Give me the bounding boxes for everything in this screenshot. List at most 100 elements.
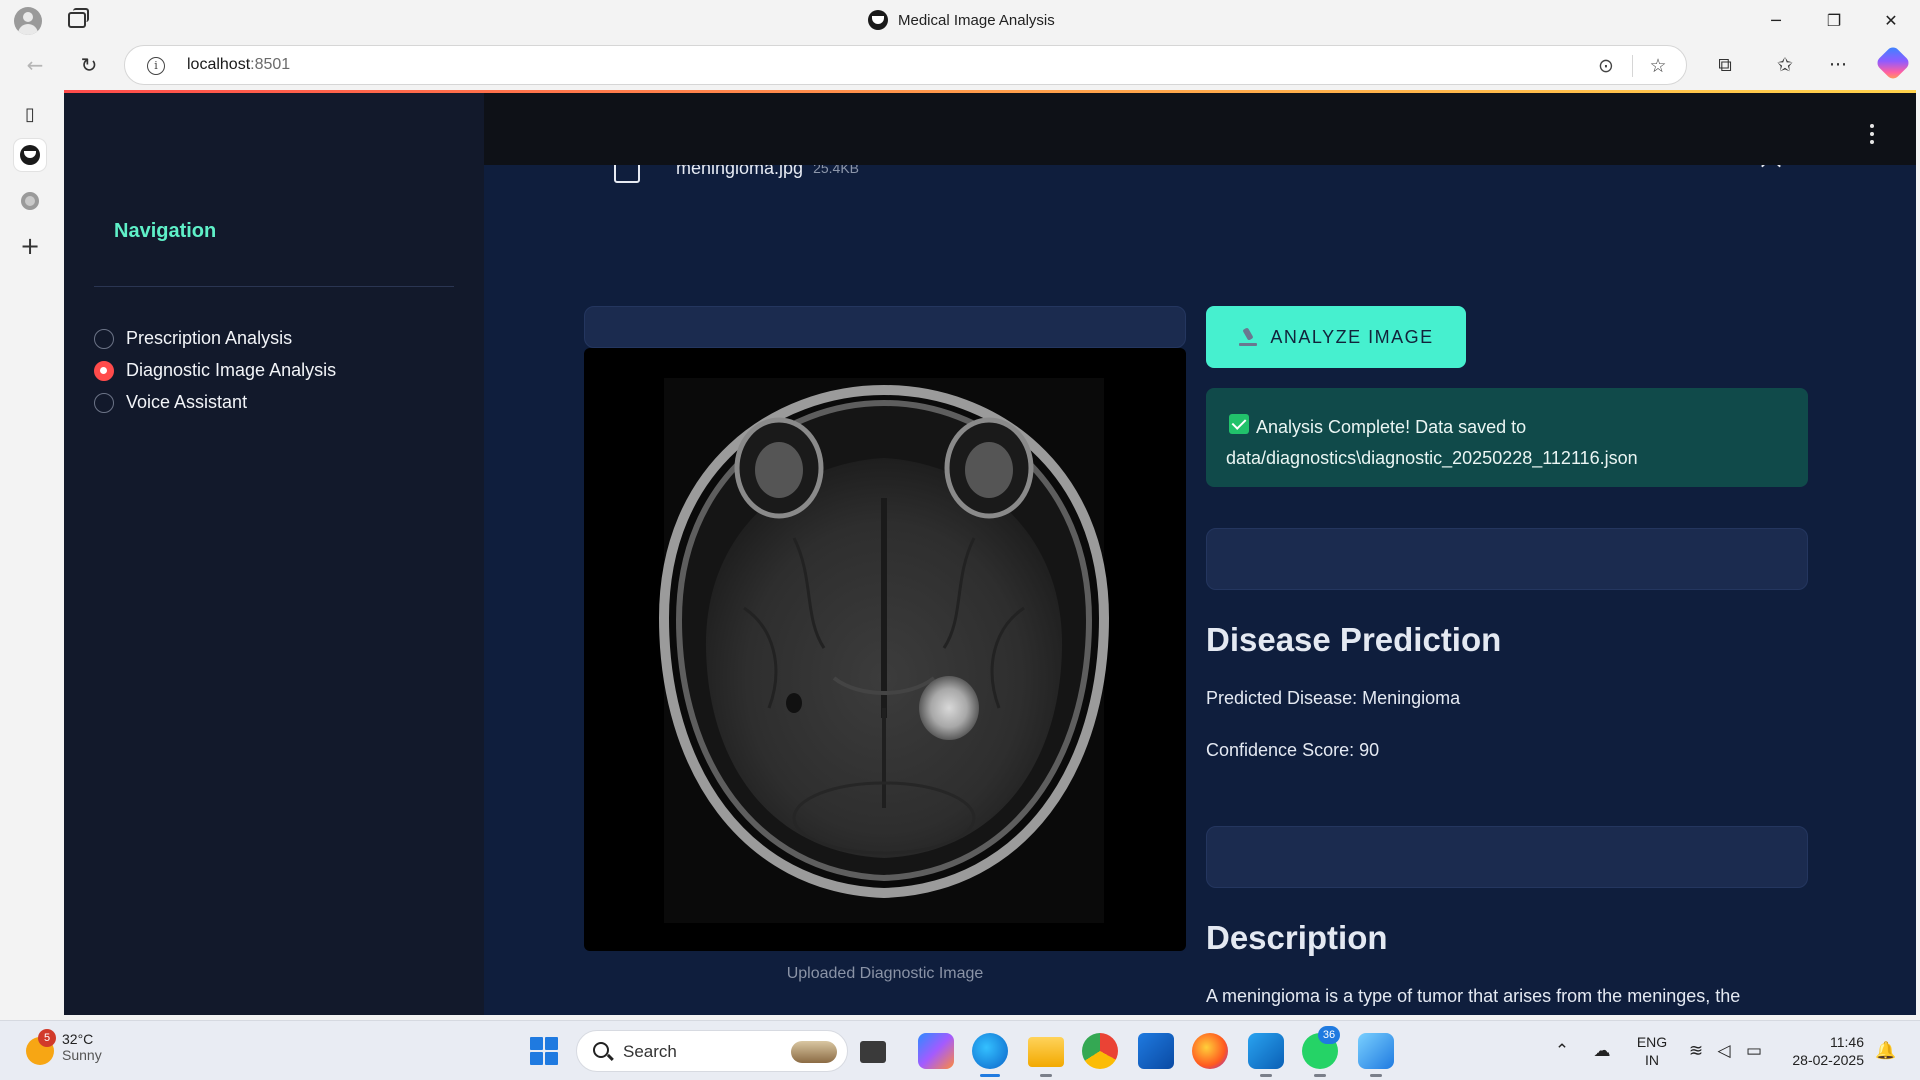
- radio-unchecked-icon: [94, 392, 114, 413]
- success-alert: Analysis Complete! Data saved to data/di…: [1206, 388, 1808, 487]
- onedrive-cloud-icon[interactable]: ☁: [1590, 1039, 1614, 1063]
- omnibox-divider: [1632, 55, 1633, 77]
- photos-indicator: [1370, 1074, 1382, 1077]
- battery-icon[interactable]: ▭: [1742, 1039, 1766, 1063]
- vscode-icon[interactable]: [1248, 1033, 1284, 1069]
- navigation-title: Navigation: [114, 220, 217, 242]
- show-hidden-icons-chevron-icon[interactable]: ⌃: [1550, 1039, 1574, 1063]
- settings-gear-icon[interactable]: [14, 185, 46, 217]
- uploaded-mri-image: [584, 348, 1186, 951]
- file-explorer-icon[interactable]: [1028, 1037, 1064, 1067]
- clock[interactable]: 11:46 28-02-2025: [1784, 1033, 1864, 1069]
- favorite-star-icon[interactable]: ☆: [1647, 55, 1669, 77]
- main-content: meningioma.jpg 25.4KB Uploaded Diagnosti…: [484, 165, 1916, 1015]
- app-sidebar: Navigation Prescription Analysis Diagnos…: [64, 90, 484, 1015]
- tab-list-icon[interactable]: ▯: [14, 98, 46, 130]
- confidence-score-text: Confidence Score: 90: [1206, 740, 1380, 760]
- weather-widget[interactable]: 5 32°C Sunny: [26, 1029, 102, 1065]
- volume-icon[interactable]: ◁: [1712, 1039, 1736, 1063]
- read-aloud-icon[interactable]: ⊙: [1595, 55, 1617, 77]
- image-caption: Uploaded Diagnostic Image: [786, 965, 984, 982]
- explorer-indicator: [1040, 1074, 1052, 1077]
- weather-badge: 5: [38, 1029, 56, 1047]
- streamlit-app-icon[interactable]: [14, 139, 46, 171]
- radio-diagnostic-image-analysis[interactable]: Diagnostic Image Analysis: [94, 360, 336, 381]
- sun-weather-icon: 5: [26, 1029, 56, 1065]
- radio-unchecked-icon: [94, 328, 114, 349]
- weather-temperature: 32°C: [62, 1031, 94, 1047]
- whatsapp-indicator: [1314, 1074, 1326, 1077]
- microsoft-store-icon[interactable]: [1138, 1033, 1174, 1069]
- file-name: meningioma.jpg: [676, 165, 804, 178]
- whatsapp-badge: 36: [1318, 1026, 1340, 1044]
- description-container-bar: [1206, 826, 1808, 888]
- navigation-divider: [94, 286, 454, 287]
- vscode-indicator: [1260, 1074, 1272, 1077]
- radio-label: Prescription Analysis: [126, 328, 293, 348]
- address-bar[interactable]: i localhost:8501 ⊙ ☆: [124, 45, 1687, 85]
- site-info-icon[interactable]: i: [147, 57, 165, 75]
- file-size: 25.4KB: [813, 165, 860, 176]
- search-placeholder: Search: [623, 1042, 677, 1061]
- edge-browser-icon[interactable]: [972, 1033, 1008, 1069]
- url-text[interactable]: localhost:8501: [187, 56, 290, 74]
- file-icon: [614, 165, 640, 183]
- app-viewport: Navigation Prescription Analysis Diagnos…: [64, 90, 1916, 1015]
- browser-title-bar: Medical Image Analysis ─ ❐ ✕: [0, 0, 1920, 40]
- disease-prediction-heading: Disease Prediction: [1206, 621, 1502, 658]
- favorites-icon[interactable]: ✩: [1770, 50, 1800, 80]
- edge-sidebar: ▯ +: [0, 90, 60, 1018]
- site-favicon-icon: [868, 10, 888, 30]
- input-language-indicator[interactable]: ENG IN: [1632, 1033, 1672, 1069]
- close-window-button[interactable]: ✕: [1862, 0, 1920, 40]
- microscope-icon: [1238, 327, 1258, 347]
- app-header: [484, 90, 1916, 165]
- notification-bell-icon[interactable]: 🔔: [1874, 1039, 1898, 1063]
- clock-date: 28-02-2025: [1792, 1052, 1864, 1068]
- photos-app-icon[interactable]: [1358, 1033, 1394, 1069]
- edge-active-indicator: [980, 1074, 1000, 1077]
- radio-label: Voice Assistant: [126, 392, 248, 412]
- window-title-text: Medical Image Analysis: [898, 11, 1055, 29]
- extensions-icon[interactable]: ⧉: [1710, 50, 1740, 80]
- collapse-chevron-icon[interactable]: [1761, 165, 1781, 176]
- firefox-icon[interactable]: [1192, 1033, 1228, 1069]
- uploaded-file-row: meningioma.jpg 25.4KB: [614, 165, 859, 183]
- reload-button[interactable]: ↻: [74, 50, 104, 80]
- main-menu-icon[interactable]: [1870, 124, 1874, 144]
- description-heading: Description: [1206, 919, 1388, 956]
- minimize-button[interactable]: ─: [1747, 0, 1805, 40]
- description-text: A meningioma is a type of tumor that ari…: [1206, 986, 1741, 1006]
- taskbar-search[interactable]: Search: [576, 1030, 848, 1072]
- radio-voice-assistant[interactable]: Voice Assistant: [94, 392, 247, 413]
- app-status-line: [64, 90, 1916, 93]
- prediction-container-bar: [1206, 528, 1808, 590]
- tab-actions-icon[interactable]: [68, 8, 89, 28]
- search-icon: [593, 1042, 609, 1058]
- radio-label: Diagnostic Image Analysis: [126, 360, 337, 380]
- back-button[interactable]: ←: [20, 50, 50, 80]
- image-header-bar: [584, 306, 1186, 348]
- brain-mri-scan: [658, 378, 1110, 923]
- search-highlight-image: [791, 1041, 837, 1063]
- predicted-disease-text: Predicted Disease: Meningioma: [1206, 688, 1461, 708]
- clock-time: 11:46: [1830, 1034, 1864, 1050]
- browser-toolbar: ← ↻ i localhost:8501 ⊙ ☆ ⧉ ✩ ···: [0, 40, 1920, 90]
- add-sidebar-app-icon[interactable]: +: [14, 230, 46, 262]
- analyze-image-button[interactable]: ANALYZE IMAGE: [1206, 306, 1466, 368]
- more-options-icon[interactable]: ···: [1823, 50, 1853, 80]
- task-view-icon[interactable]: [860, 1041, 886, 1063]
- copilot-taskbar-icon[interactable]: [918, 1033, 954, 1069]
- profile-avatar-icon[interactable]: [14, 7, 42, 35]
- window-title: Medical Image Analysis: [868, 10, 1055, 30]
- weather-condition: Sunny: [62, 1047, 102, 1063]
- radio-prescription-analysis[interactable]: Prescription Analysis: [94, 328, 292, 349]
- restore-button[interactable]: ❐: [1805, 0, 1863, 40]
- language-code: ENG: [1636, 1034, 1668, 1050]
- success-message: Analysis Complete! Data saved to data/di…: [1226, 417, 1638, 468]
- wifi-icon[interactable]: ≋: [1684, 1039, 1708, 1063]
- start-button[interactable]: [530, 1037, 558, 1065]
- region-code: IN: [1645, 1052, 1659, 1068]
- chrome-icon[interactable]: [1082, 1033, 1118, 1069]
- windows-taskbar: 5 32°C Sunny Search 36 ⌃ ☁ ENG IN ≋ ◁ ▭ …: [0, 1020, 1920, 1080]
